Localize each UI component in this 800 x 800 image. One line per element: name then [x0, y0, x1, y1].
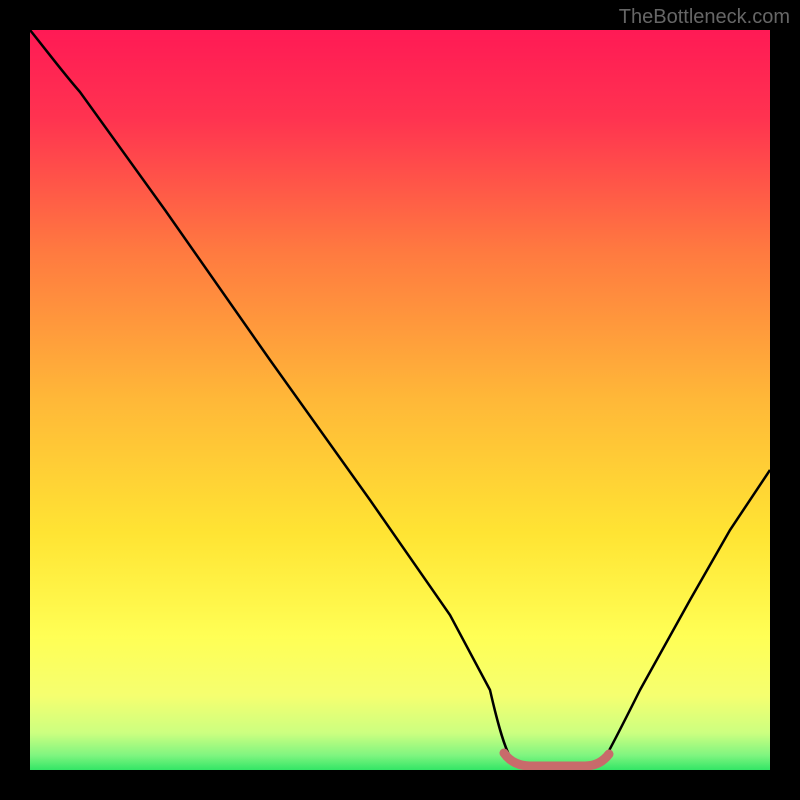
optimal-zone-marker — [504, 753, 609, 766]
curve-path — [30, 30, 770, 767]
watermark-text: TheBottleneck.com — [619, 6, 790, 29]
chart-plot-area — [30, 30, 770, 770]
bottleneck-curve — [30, 30, 770, 770]
